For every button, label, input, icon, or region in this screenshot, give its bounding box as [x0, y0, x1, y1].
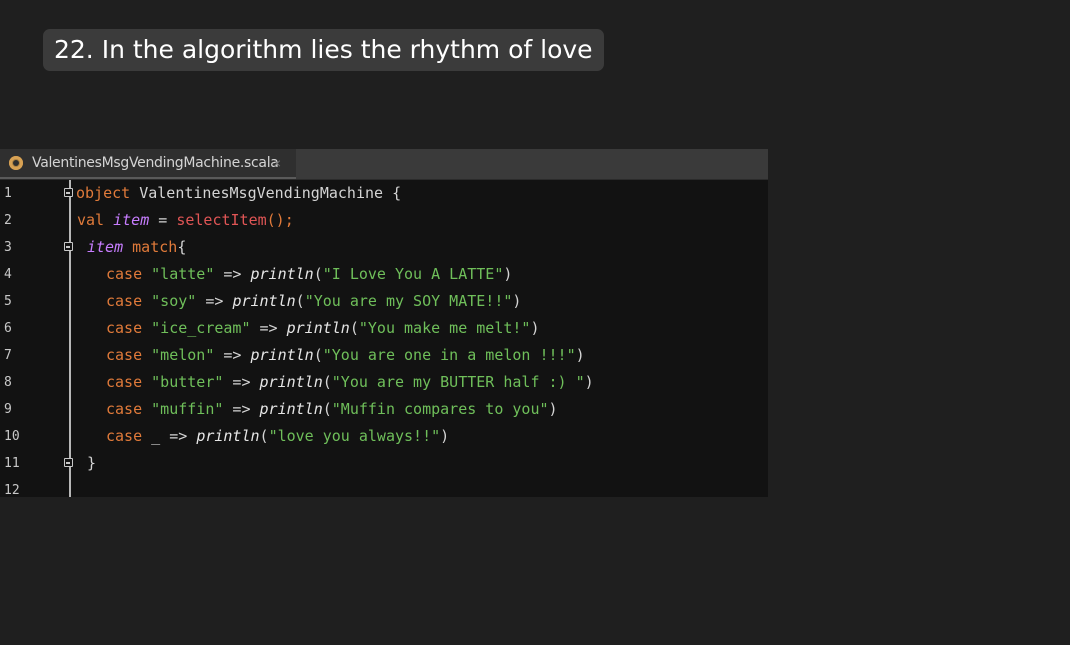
punctuation: ) — [530, 319, 540, 337]
punctuation: ( — [295, 292, 305, 310]
punctuation: ( — [313, 265, 323, 283]
keyword: case — [106, 427, 143, 445]
operator: => — [160, 427, 197, 445]
code-line: 11 } — [0, 450, 768, 477]
code-line: 1 object ValentinesMsgVendingMachine { — [0, 180, 768, 207]
keyword: match — [123, 238, 178, 256]
punctuation: ) — [440, 427, 450, 445]
line-number: 10 — [4, 429, 20, 444]
identifier: item — [87, 238, 124, 256]
slide-title: 22. In the algorithm lies the rhythm of … — [43, 29, 604, 71]
function-call: println — [259, 400, 323, 418]
keyword: object — [76, 184, 131, 202]
code-line: 10 case _ => println("love you always!!"… — [0, 423, 768, 450]
line-number: 6 — [4, 321, 12, 336]
punctuation: ) — [584, 373, 594, 391]
operator: => — [196, 292, 233, 310]
string-literal: "love you always!!" — [268, 427, 441, 445]
code-area[interactable]: 1 object ValentinesMsgVendingMachine { 2… — [0, 180, 768, 498]
string-literal: "You are one in a melon !!!" — [322, 346, 576, 364]
line-number: 7 — [4, 348, 12, 363]
line-number: 12 — [4, 483, 20, 498]
line-number: 9 — [4, 402, 12, 417]
editor-tab-bar: ValentinesMsgVendingMachine.scala × — [0, 149, 768, 180]
string-literal: "You make me melt!" — [358, 319, 531, 337]
string-literal: "I Love You A LATTE" — [322, 265, 504, 283]
identifier: item — [113, 211, 150, 229]
keyword: case — [106, 346, 143, 364]
keyword: case — [106, 373, 143, 391]
tab-scala-file[interactable]: ValentinesMsgVendingMachine.scala × — [0, 149, 296, 179]
string-literal: "butter" — [142, 373, 224, 391]
code-line: 7 case "melon" => println("You are one i… — [0, 342, 768, 369]
code-line: 3 item match{ — [0, 234, 768, 261]
punctuation: ( — [322, 400, 332, 418]
close-icon[interactable]: × — [273, 149, 281, 177]
string-literal: "latte" — [142, 265, 215, 283]
string-literal: "muffin" — [142, 400, 224, 418]
code-line: 9 case "muffin" => println("Muffin compa… — [0, 396, 768, 423]
keyword: val — [77, 211, 105, 229]
operator: => — [214, 265, 251, 283]
line-number: 1 — [4, 186, 12, 201]
line-number: 2 — [4, 213, 12, 228]
punctuation: ) — [575, 346, 585, 364]
operator: => — [214, 346, 251, 364]
fold-icon[interactable] — [64, 458, 73, 467]
wildcard: _ — [142, 427, 161, 445]
keyword: case — [106, 319, 143, 337]
punctuation: ( — [259, 427, 269, 445]
code-line: 2 val item = selectItem(); — [0, 207, 768, 234]
function-call: println — [286, 319, 350, 337]
operator: = — [149, 211, 177, 229]
function-call: println — [250, 265, 314, 283]
fold-icon[interactable] — [64, 188, 73, 197]
punctuation: ) — [503, 265, 513, 283]
punctuation: ( — [313, 346, 323, 364]
function-call: println — [196, 427, 260, 445]
line-number: 4 — [4, 267, 12, 282]
string-literal: "ice_cream" — [142, 319, 251, 337]
tab-filename: ValentinesMsgVendingMachine.scala — [32, 155, 279, 171]
code-line: 6 case "ice_cream" => println("You make … — [0, 315, 768, 342]
operator: => — [223, 400, 260, 418]
closing-brace: } — [87, 454, 97, 472]
keyword: case — [106, 292, 143, 310]
keyword: case — [106, 265, 143, 283]
punctuation: ) — [548, 400, 558, 418]
operator: => — [250, 319, 287, 337]
string-literal: "melon" — [142, 346, 215, 364]
code-line: 5 case "soy" => println("You are my SOY … — [0, 288, 768, 315]
line-number: 3 — [4, 240, 12, 255]
punctuation: ( — [322, 373, 332, 391]
code-line: 4 case "latte" => println("I Love You A … — [0, 261, 768, 288]
keyword: case — [106, 400, 143, 418]
function-call: println — [232, 292, 296, 310]
line-number: 8 — [4, 375, 12, 390]
line-number: 11 — [4, 456, 20, 471]
punctuation: { — [177, 238, 187, 256]
operator: => — [223, 373, 260, 391]
code-text: ValentinesMsgVendingMachine { — [130, 184, 402, 202]
punctuation: (); — [266, 211, 294, 229]
code-editor: ValentinesMsgVendingMachine.scala × 1 ob… — [0, 149, 768, 498]
punctuation: ) — [512, 292, 522, 310]
line-number: 5 — [4, 294, 12, 309]
string-literal: "Muffin compares to you" — [331, 400, 549, 418]
scala-object-icon — [9, 156, 23, 170]
string-literal: "You are my BUTTER half :) " — [331, 373, 585, 391]
function-call: println — [250, 346, 314, 364]
function-call: selectItem — [176, 211, 267, 229]
function-call: println — [259, 373, 323, 391]
code-line: 8 case "butter" => println("You are my B… — [0, 369, 768, 396]
string-literal: "You are my SOY MATE!!" — [304, 292, 513, 310]
punctuation: ( — [349, 319, 359, 337]
string-literal: "soy" — [142, 292, 197, 310]
fold-icon[interactable] — [64, 242, 73, 251]
code-line: 12 — [0, 477, 768, 504]
